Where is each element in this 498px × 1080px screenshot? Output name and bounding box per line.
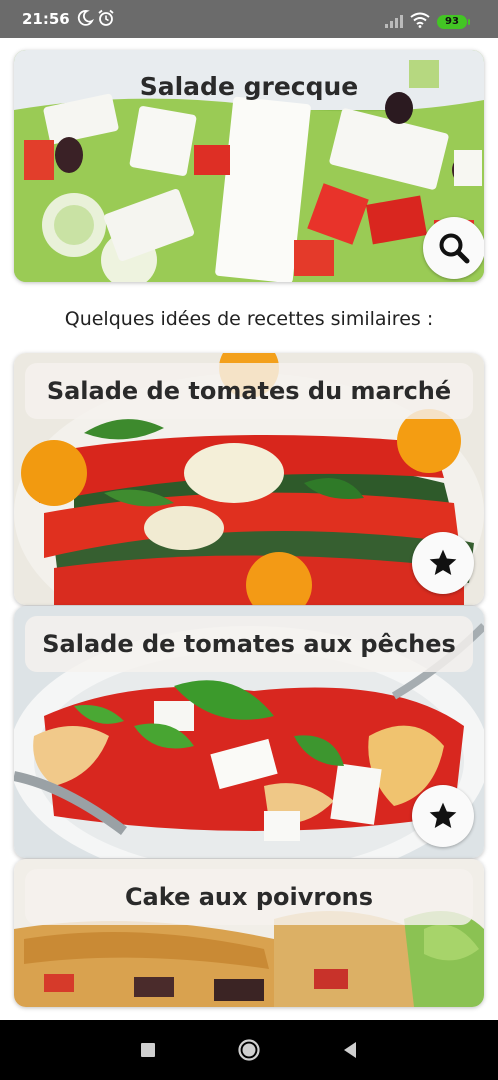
recent-apps-icon[interactable] xyxy=(136,1038,160,1062)
moon-icon xyxy=(77,10,94,26)
alarm-icon xyxy=(98,9,114,26)
signal-icon xyxy=(385,15,403,28)
similar-recipe-card[interactable]: Cake aux poivrons xyxy=(14,859,484,1007)
similar-recipe-title: Salade de tomates du marché xyxy=(25,363,473,419)
similar-recipes-heading: Quelques idées de recettes similaires : xyxy=(64,308,434,330)
navigation-bar xyxy=(0,1020,498,1080)
similar-recipe-card[interactable]: Salade de tomates du marché xyxy=(14,353,484,605)
search-button[interactable] xyxy=(423,217,484,279)
favorite-button[interactable] xyxy=(412,785,474,847)
search-icon xyxy=(439,233,470,264)
status-bar: 21:56 93 xyxy=(0,0,498,38)
similar-recipe-card[interactable]: Salade de tomates aux pêches xyxy=(14,606,484,858)
home-icon[interactable] xyxy=(237,1038,261,1062)
favorite-button[interactable] xyxy=(412,532,474,594)
similar-recipe-title: Salade de tomates aux pêches xyxy=(25,616,473,672)
battery-level: 93 xyxy=(445,16,459,27)
star-icon xyxy=(429,549,457,575)
status-time: 21:56 xyxy=(22,10,70,28)
battery-icon: 93 xyxy=(437,15,470,29)
star-icon xyxy=(429,802,457,828)
main-recipe-card[interactable]: Salade grecque xyxy=(14,50,484,282)
wifi-icon xyxy=(410,12,430,28)
similar-recipe-title: Cake aux poivrons xyxy=(25,869,473,925)
main-recipe-title: Salade grecque xyxy=(139,72,359,101)
back-icon[interactable] xyxy=(338,1038,362,1062)
